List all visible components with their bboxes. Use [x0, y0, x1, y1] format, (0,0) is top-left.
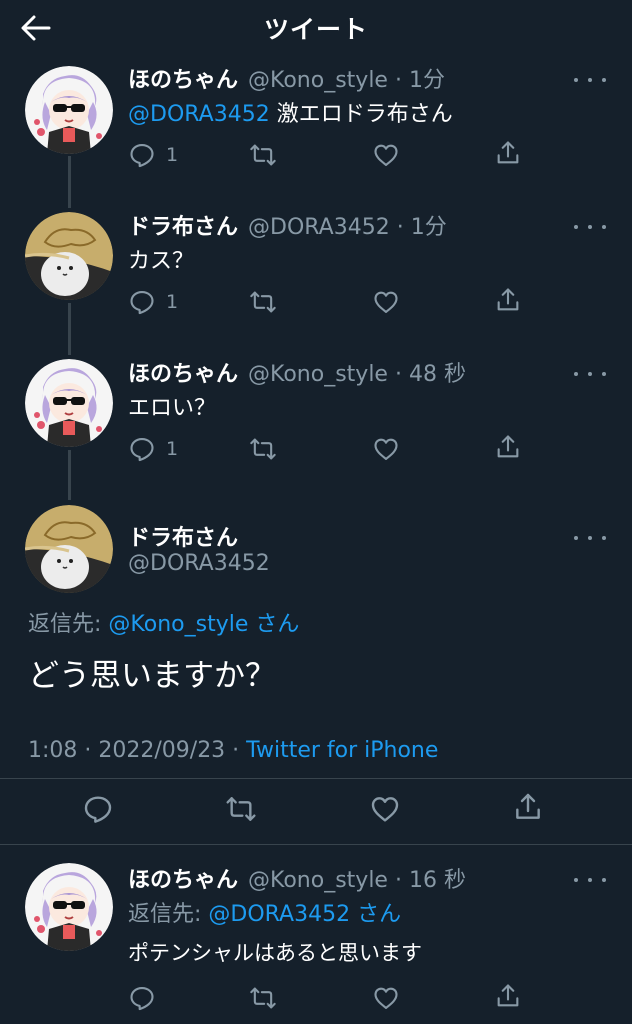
reply-button[interactable]: 1	[128, 288, 178, 316]
mention-link[interactable]: @DORA3452	[208, 902, 350, 927]
like-icon[interactable]	[369, 793, 401, 825]
mention-link[interactable]: @DORA3452	[128, 102, 270, 127]
more-icon[interactable]	[574, 870, 606, 890]
display-name[interactable]: ドラ布さん	[128, 209, 238, 241]
reply-button[interactable]: 1	[128, 435, 178, 463]
user-handle[interactable]: @DORA3452	[128, 551, 270, 576]
retweet-icon[interactable]	[248, 141, 278, 169]
tweet-actions	[128, 984, 528, 1014]
user-handle[interactable]: @Kono_style · 48 秒	[248, 356, 466, 388]
source-link[interactable]: Twitter for iPhone	[246, 738, 438, 763]
retweet-icon[interactable]	[248, 435, 278, 463]
like-icon[interactable]	[372, 288, 400, 316]
page-title: ツイート	[263, 15, 368, 44]
more-icon[interactable]	[574, 217, 606, 237]
more-icon[interactable]	[574, 364, 606, 384]
tweet-actions: 1	[128, 288, 528, 318]
user-handle[interactable]: @Kono_style · 1分	[248, 62, 445, 94]
divider	[0, 844, 632, 845]
reply-icon	[128, 288, 156, 316]
tweet-text: エロい？	[128, 396, 217, 421]
display-name[interactable]: ほのちゃん	[128, 862, 238, 894]
header: ツイート	[0, 0, 632, 58]
retweet-icon[interactable]	[248, 984, 278, 1012]
avatar[interactable]	[25, 505, 113, 593]
avatar[interactable]	[25, 66, 113, 154]
tweet[interactable]: ドラ布さん @DORA3452 · 1分 カス？ 1	[0, 209, 632, 347]
share-icon[interactable]	[494, 982, 522, 1010]
reply-count: 1	[166, 144, 179, 166]
like-icon[interactable]	[372, 435, 400, 463]
display-name[interactable]: ほのちゃん	[128, 62, 238, 94]
reply-icon[interactable]	[128, 984, 156, 1012]
share-icon[interactable]	[494, 286, 522, 314]
tweet[interactable]: ほのちゃん @Kono_style · 48 秒 エロい？ 1	[0, 356, 632, 494]
tweet-text: どう思いますか？	[28, 658, 276, 694]
share-icon[interactable]	[494, 433, 522, 461]
mention-link[interactable]: @Kono_style	[108, 612, 248, 637]
tweet[interactable]: ほのちゃん @Kono_style · 16 秒 返信先: @DORA3452 …	[0, 862, 632, 1024]
more-icon[interactable]	[574, 70, 606, 90]
reply-count: 1	[166, 291, 179, 313]
avatar[interactable]	[25, 863, 113, 951]
reply-context: 返信先: @Kono_style さん	[28, 612, 300, 637]
tweet-actions: 1	[128, 141, 528, 171]
display-name[interactable]: ほのちゃん	[128, 356, 238, 388]
display-name[interactable]: ドラ布さん	[128, 520, 238, 552]
tweet-text: @DORA3452 激エロドラ布さん	[128, 102, 453, 127]
tweet-timestamp: 1:08 · 2022/09/23 · Twitter for iPhone	[28, 738, 439, 763]
reply-button[interactable]: 1	[128, 141, 178, 169]
reply-context: 返信先: @DORA3452 さん	[128, 902, 402, 927]
avatar[interactable]	[25, 212, 113, 300]
reply-icon[interactable]	[82, 793, 114, 825]
tweet-text: カス？	[128, 249, 195, 274]
avatar[interactable]	[25, 359, 113, 447]
like-icon[interactable]	[372, 984, 400, 1012]
reply-icon	[128, 141, 156, 169]
user-handle[interactable]: @DORA3452 · 1分	[248, 209, 447, 241]
share-icon[interactable]	[494, 139, 522, 167]
reply-icon	[128, 435, 156, 463]
share-icon[interactable]	[512, 791, 544, 823]
focused-tweet: ドラ布さん @DORA3452 返信先: @Kono_style さん どう思い…	[0, 500, 632, 844]
reply-count: 1	[166, 438, 179, 460]
tweet[interactable]: ほのちゃん @Kono_style · 1分 @DORA3452 激エロドラ布さ…	[0, 62, 632, 200]
more-icon[interactable]	[574, 528, 606, 548]
user-handle[interactable]: @Kono_style · 16 秒	[248, 862, 466, 894]
divider	[0, 778, 632, 779]
like-icon[interactable]	[372, 141, 400, 169]
retweet-icon[interactable]	[248, 288, 278, 316]
retweet-icon[interactable]	[224, 793, 258, 825]
tweet-actions: 1	[128, 435, 528, 465]
tweet-text: ポテンシャルはあると思います	[128, 941, 422, 965]
